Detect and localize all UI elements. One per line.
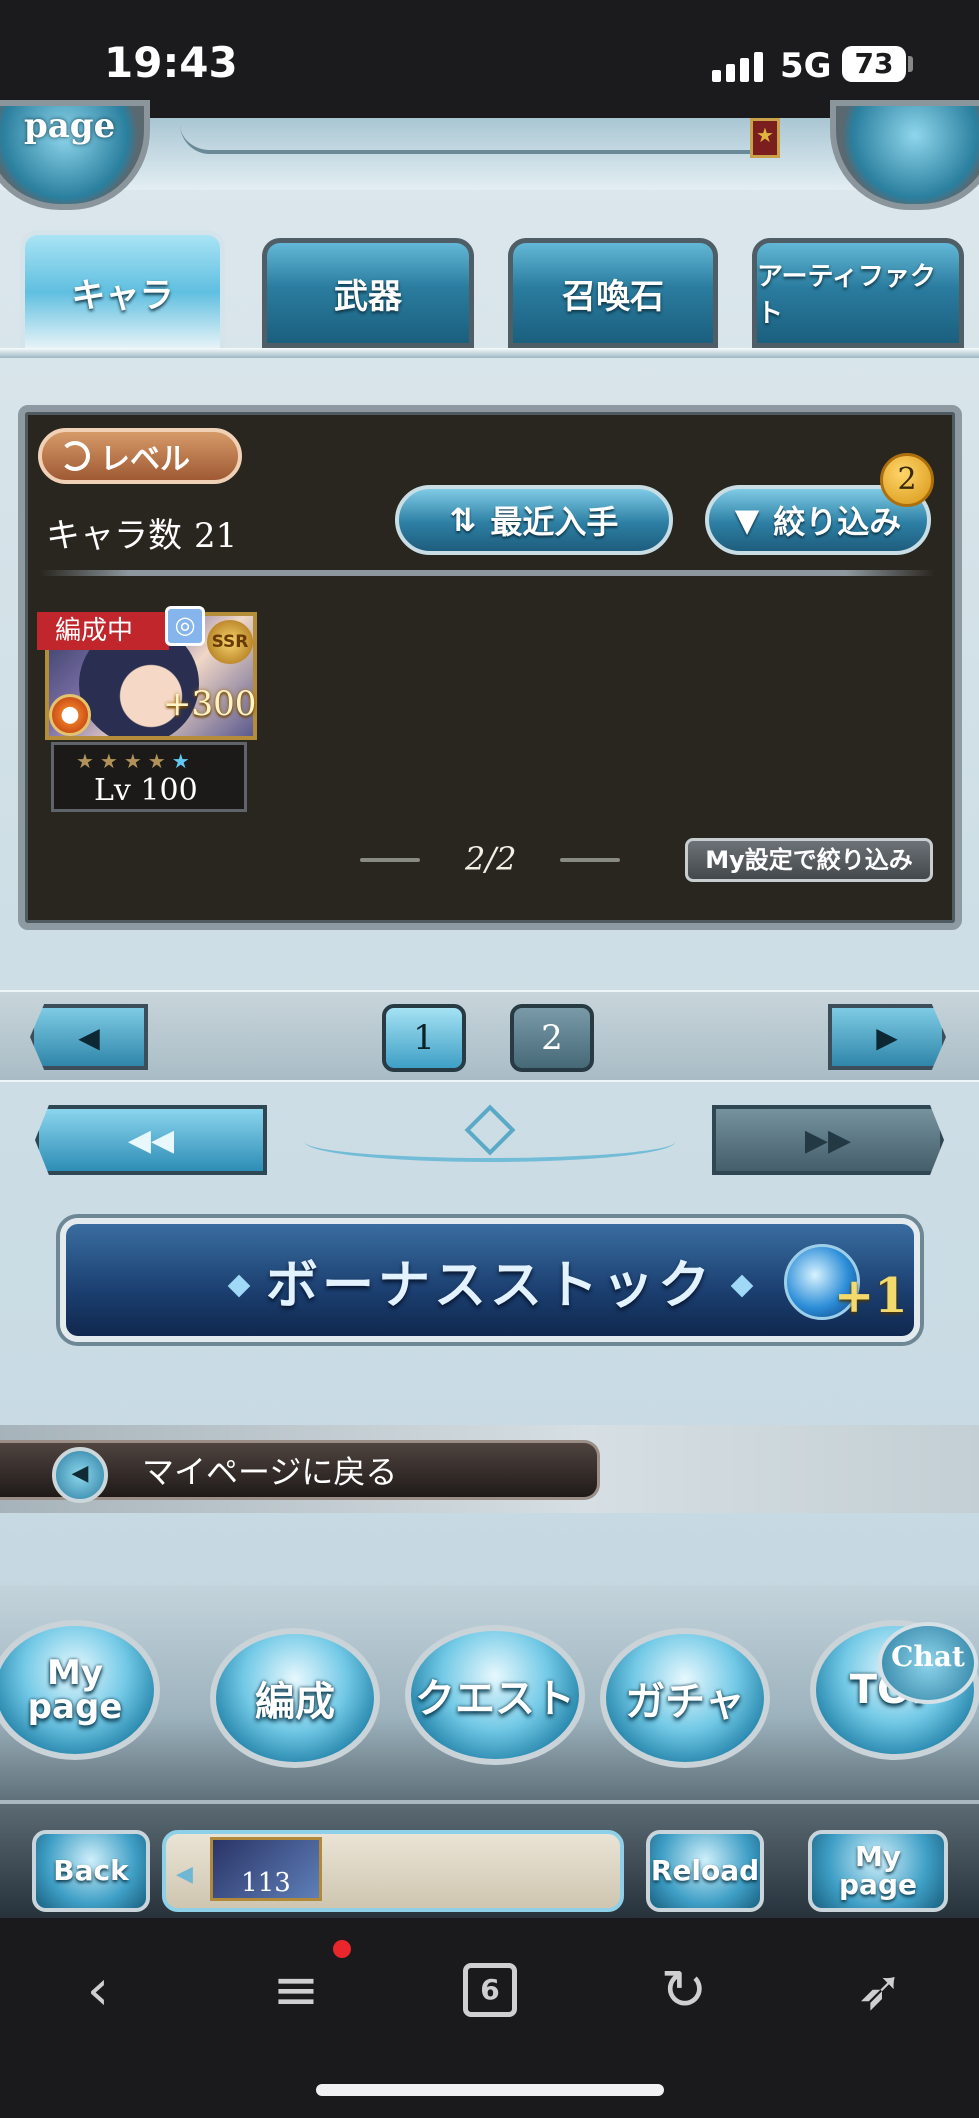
character-count: キャラ数 21 — [46, 508, 237, 557]
reload-button[interactable]: Reload — [646, 1830, 764, 1912]
nav-gacha-button[interactable]: ガチャ — [600, 1628, 770, 1768]
back-arrow-icon: ◀ — [52, 1447, 108, 1503]
mypage-orb-button[interactable]: page — [0, 100, 150, 210]
rocket-icon[interactable]: ➶ — [840, 1950, 920, 2030]
reload-icon[interactable]: ↻ — [644, 1950, 724, 2030]
double-right-icon: ▶▶ — [804, 1122, 852, 1158]
tab-chara[interactable]: キャラ — [20, 230, 225, 354]
first-page-button[interactable]: ◀◀ — [35, 1105, 267, 1175]
in-formation-tag: 編成中 — [37, 612, 169, 650]
bonus-stock-count: +1 — [834, 1268, 908, 1324]
plus-bonus: +300 — [163, 684, 257, 724]
battery-tip — [908, 56, 913, 72]
back-button[interactable]: Back — [32, 1830, 150, 1912]
filter-count-badge: 2 — [880, 453, 934, 507]
bonus-stock-label: ボーナスストック — [265, 1255, 714, 1316]
triangle-right-icon: ▶ — [876, 1020, 898, 1054]
menu-icon[interactable]: ≡ — [256, 1950, 336, 2030]
signal-icon — [712, 52, 766, 82]
panel-divider — [40, 570, 935, 576]
back-to-mypage-label: マイページに戻る — [142, 1453, 398, 1491]
character-card-footer: ★★★★★ Lv 100 — [51, 742, 247, 812]
star-icon: ★ — [750, 118, 780, 158]
category-tabs: キャラ 武器 召喚石 アーティファクト — [0, 230, 979, 360]
character-count-label: キャラ数 — [46, 516, 182, 556]
my-settings-filter-button[interactable]: My設定で絞り込み — [685, 838, 933, 882]
notification-dot — [333, 1940, 351, 1958]
sort-recent-button[interactable]: ⇅ 最近入手 — [395, 485, 673, 555]
ap-value: 113 — [210, 1837, 322, 1901]
page-indicator: 2/2 — [465, 840, 517, 878]
rarity-badge: SSR — [207, 620, 253, 664]
sort-recent-label: 最近入手 — [490, 503, 619, 541]
next-page-button[interactable]: ▶ — [828, 1004, 946, 1070]
ring-icon: ◎ — [165, 606, 205, 646]
character-count-value: 21 — [194, 516, 238, 556]
tabs-button[interactable]: 6 — [450, 1950, 530, 2030]
uncap-stars: ★★★★★ — [76, 749, 196, 773]
page-button-1[interactable]: 1 — [382, 1004, 466, 1072]
battery-icon: 73 — [842, 46, 906, 82]
ornament-left — [360, 858, 420, 862]
funnel-icon: ▼ — [734, 501, 760, 539]
mypage-button[interactable]: My page — [808, 1830, 948, 1912]
triangle-left-icon[interactable]: ◀ — [176, 1862, 193, 1887]
status-time: 19:43 — [104, 38, 238, 87]
sort-arrows-icon: ⇅ — [449, 501, 477, 539]
triangle-left-icon: ◀ — [78, 1020, 100, 1054]
nav-quest-button[interactable]: クエスト — [405, 1625, 585, 1765]
last-page-button[interactable]: ▶▶ — [712, 1105, 944, 1175]
back-chevron-icon[interactable]: ‹ — [58, 1950, 138, 2030]
home-indicator — [316, 2084, 664, 2096]
tab-summons[interactable]: 召喚石 — [508, 238, 718, 348]
sort-order-toggle[interactable]: レベル — [38, 428, 242, 484]
network-type: 5G — [780, 46, 832, 86]
double-left-icon: ◀◀ — [127, 1122, 175, 1158]
bonus-stock-button[interactable]: ボーナスストック +1 — [60, 1218, 920, 1342]
sort-order-label: レベル — [100, 442, 190, 477]
tab-count: 6 — [463, 1963, 517, 2017]
tabs-divider — [0, 348, 979, 358]
prev-page-button[interactable]: ◀ — [30, 1004, 148, 1070]
nav-formation-button[interactable]: 編成 — [210, 1628, 380, 1768]
diamond-icon — [227, 1274, 251, 1298]
filter-label: 絞り込み — [773, 503, 902, 541]
menu-orb-button[interactable] — [830, 100, 979, 210]
chat-button[interactable]: Chat — [878, 1622, 978, 1704]
diamond-icon — [730, 1274, 754, 1298]
tab-weapons[interactable]: 武器 — [262, 238, 474, 348]
character-card[interactable]: 編成中 ◎ SSR ● +300 ★★★★★ Lv 100 — [37, 606, 257, 812]
ornament-right — [560, 858, 620, 862]
page-button-2[interactable]: 2 — [510, 1004, 594, 1072]
fire-element-icon: ● — [49, 694, 91, 736]
tab-artifacts[interactable]: アーティファクト — [752, 238, 964, 348]
refresh-icon — [60, 441, 90, 471]
character-level: Lv 100 — [94, 773, 198, 808]
